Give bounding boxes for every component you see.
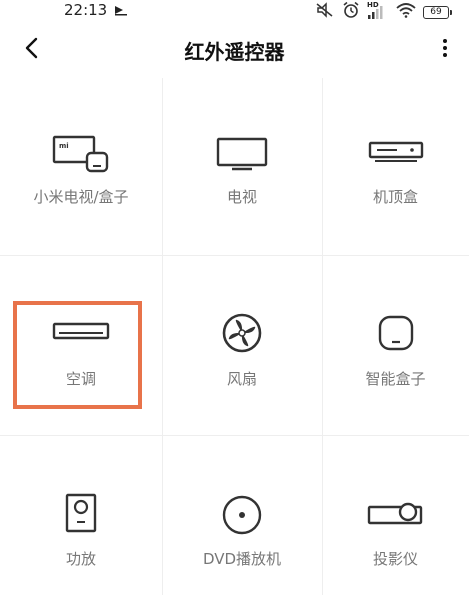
device-grid: mi 小米电视/盒子 电视 机顶盒 空调 风扇 智能盒子 功放 DVD播放机 投… <box>0 78 469 595</box>
device-label: DVD播放机 <box>202 550 282 568</box>
device-dvd-player[interactable]: DVD播放机 <box>162 435 322 595</box>
fan-icon <box>221 312 263 354</box>
dvd-player-icon <box>221 494 263 536</box>
silent-icon <box>315 2 335 22</box>
device-smart-box[interactable]: 智能盒子 <box>322 255 469 435</box>
device-label: 投影仪 <box>372 550 418 568</box>
set-top-box-icon <box>367 140 425 164</box>
amplifier-icon <box>63 491 99 535</box>
more-vertical-icon <box>442 38 448 62</box>
device-air-conditioner[interactable]: 空调 <box>0 255 162 435</box>
mi-tv-box-icon: mi <box>51 134 111 174</box>
more-options-button[interactable] <box>431 34 459 66</box>
device-projector[interactable]: 投影仪 <box>322 435 469 595</box>
device-label: 智能盒子 <box>365 370 426 388</box>
device-label: 空调 <box>65 370 96 388</box>
status-bar: 22:13 HD 69 <box>0 0 469 22</box>
smart-box-icon <box>376 313 416 353</box>
device-amplifier[interactable]: 功放 <box>0 435 162 595</box>
device-label: 电视 <box>226 188 257 206</box>
header: 红外遥控器 <box>0 22 469 78</box>
battery-icon: 69 <box>423 5 452 19</box>
device-label: 机顶盒 <box>372 188 418 206</box>
device-tv[interactable]: 电视 <box>162 78 322 255</box>
svg-text:mi: mi <box>59 142 69 150</box>
device-mi-tv-box[interactable]: mi 小米电视/盒子 <box>0 78 162 255</box>
device-set-top-box[interactable]: 机顶盒 <box>322 78 469 255</box>
wifi-icon <box>396 2 416 22</box>
device-fan[interactable]: 风扇 <box>162 255 322 435</box>
air-conditioner-icon <box>51 321 111 343</box>
projector-icon <box>366 499 426 527</box>
signal-icon: HD <box>367 1 389 20</box>
device-label: 小米电视/盒子 <box>33 188 129 206</box>
device-label: 风扇 <box>226 370 257 388</box>
status-icons: HD 69 <box>315 1 452 23</box>
status-time: 22:13 <box>64 1 108 19</box>
device-label: 功放 <box>65 550 96 568</box>
tv-icon <box>215 136 269 172</box>
carrier-logo-icon <box>114 2 128 21</box>
page-title: 红外遥控器 <box>184 40 285 64</box>
alarm-icon <box>342 1 360 23</box>
